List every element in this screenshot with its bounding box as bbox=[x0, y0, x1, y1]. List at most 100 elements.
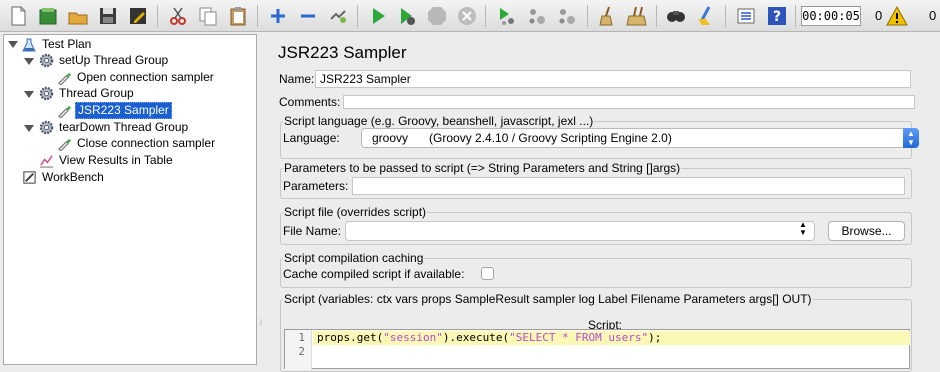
gear-icon bbox=[38, 53, 54, 69]
tree-node-open-connection-sampler[interactable]: Open connection sampler bbox=[56, 69, 216, 86]
line-number-gutter: 1 2 bbox=[285, 330, 312, 370]
collapse-icon[interactable] bbox=[296, 4, 320, 28]
language-label: Language: bbox=[283, 131, 340, 145]
parameters-field[interactable] bbox=[352, 177, 905, 195]
chevron-up-down-icon: ▲ ▼ bbox=[903, 128, 919, 148]
comments-label: Comments: bbox=[279, 95, 341, 109]
tree-node-close-connection-sampler[interactable]: Close connection sampler bbox=[56, 135, 217, 152]
pipette-icon bbox=[56, 70, 72, 86]
tree-node-label: Close connection sampler bbox=[77, 136, 216, 150]
compilation-caching-section: Script compilation caching Cache compile… bbox=[280, 251, 912, 288]
save-icon[interactable] bbox=[96, 4, 120, 28]
test-plan-tree[interactable]: Test Plan setUp Thread Group Open connec… bbox=[3, 34, 257, 365]
toolbar-separator bbox=[656, 5, 657, 27]
file-name-combo[interactable] bbox=[345, 221, 815, 241]
toolbar-separator bbox=[257, 5, 258, 27]
tree-node-label: setUp Thread Group bbox=[59, 53, 169, 67]
tree-node-workbench[interactable]: WorkBench bbox=[21, 169, 106, 186]
stop-icon[interactable] bbox=[425, 4, 449, 28]
tree-node-thread-group[interactable]: Thread Group bbox=[38, 85, 136, 102]
code-token: ); bbox=[648, 331, 662, 344]
code-token: props.get( bbox=[317, 331, 384, 344]
tree-node-label: Test Plan bbox=[42, 37, 92, 51]
expanded-triangle-icon[interactable] bbox=[24, 89, 34, 99]
script-file-section: Script file (overrides script) File Name… bbox=[280, 205, 912, 245]
language-value: groovy bbox=[372, 131, 409, 145]
parameters-section: Parameters to be passed to script (=> St… bbox=[280, 161, 912, 199]
section-title: Script compilation caching bbox=[284, 251, 424, 265]
shutdown-icon[interactable] bbox=[455, 4, 479, 28]
cache-label: Cache compiled script if available: bbox=[283, 267, 465, 281]
browse-button[interactable]: Browse... bbox=[828, 221, 905, 241]
remote-start-icon[interactable] bbox=[495, 4, 519, 28]
tree-node-teardown-thread-group[interactable]: tearDown Thread Group bbox=[38, 119, 190, 136]
chevron-up-down-icon: ▲ ▼ bbox=[799, 220, 807, 237]
svg-text:?: ? bbox=[773, 9, 781, 25]
clear-icon[interactable] bbox=[595, 4, 619, 28]
script-editor[interactable]: 1 2 props.get("session").execute("SELECT… bbox=[284, 329, 910, 370]
language-select[interactable]: groovy (Groovy 2.4.10 / Groovy Scripting… bbox=[361, 128, 919, 148]
tree-node-test-plan[interactable]: Test Plan bbox=[21, 36, 93, 53]
search-icon[interactable] bbox=[664, 4, 688, 28]
tree-node-setup-thread-group[interactable]: setUp Thread Group bbox=[38, 52, 170, 69]
tree-node-label: Thread Group bbox=[59, 86, 134, 100]
pipette-icon bbox=[56, 103, 72, 119]
workbench-icon bbox=[21, 170, 37, 186]
code-string: "SELECT * FROM users" bbox=[509, 331, 649, 344]
code-string: "session" bbox=[383, 331, 443, 344]
name-row: Name: JSR223 Sampler bbox=[277, 67, 914, 88]
start-no-pause-icon[interactable] bbox=[395, 4, 419, 28]
line-number: 2 bbox=[298, 345, 305, 358]
tree-node-label: Open connection sampler bbox=[77, 70, 214, 84]
remote-stop-icon[interactable] bbox=[525, 4, 549, 28]
comments-field[interactable] bbox=[343, 95, 915, 109]
cut-icon[interactable] bbox=[166, 4, 190, 28]
divider-grip-icon: ⁞ bbox=[260, 320, 262, 327]
toolbar-separator bbox=[357, 5, 358, 27]
tree-node-jsr223-sampler[interactable]: JSR223 Sampler bbox=[56, 102, 172, 119]
help-icon[interactable]: ? bbox=[765, 4, 789, 28]
code-line: props.get("session").execute("SELECT * F… bbox=[313, 331, 910, 345]
function-helper-icon[interactable] bbox=[734, 4, 758, 28]
paste-icon[interactable] bbox=[226, 4, 250, 28]
active-threads-count: 0 bbox=[875, 8, 883, 23]
cache-checkbox[interactable] bbox=[481, 267, 494, 280]
copy-icon[interactable] bbox=[196, 4, 220, 28]
expanded-triangle-icon[interactable] bbox=[8, 39, 18, 49]
toolbar-separator bbox=[587, 5, 588, 27]
toggle-icon[interactable] bbox=[326, 4, 350, 28]
toolbar: ? 00:00:05 0 0 bbox=[0, 0, 940, 32]
warning-icon[interactable] bbox=[885, 4, 909, 28]
expand-icon[interactable] bbox=[266, 4, 290, 28]
tree-node-label-selected: JSR223 Sampler bbox=[75, 102, 172, 119]
expanded-triangle-icon[interactable] bbox=[24, 123, 34, 133]
gear-icon bbox=[38, 120, 54, 136]
toolbar-separator bbox=[157, 5, 158, 27]
tree-node-label: tearDown Thread Group bbox=[59, 120, 189, 134]
toolbar-separator bbox=[795, 5, 796, 27]
page-title: JSR223 Sampler bbox=[278, 43, 407, 62]
save-as-icon[interactable] bbox=[126, 4, 150, 28]
section-title: Script language (e.g. Groovy, beanshell,… bbox=[284, 114, 594, 128]
start-icon[interactable] bbox=[366, 4, 390, 28]
split-pane-divider[interactable]: ⁞ bbox=[259, 34, 265, 365]
sampler-panel: JSR223 Sampler Name: JSR223 Sampler Comm… bbox=[266, 34, 940, 372]
section-title: Script (variables: ctx vars props Sample… bbox=[284, 292, 812, 306]
expanded-triangle-icon[interactable] bbox=[24, 56, 34, 66]
clear-all-icon[interactable] bbox=[625, 4, 649, 28]
error-count: 0 bbox=[929, 8, 937, 23]
templates-icon[interactable] bbox=[36, 4, 60, 28]
tree-node-view-results-in-table[interactable]: View Results in Table bbox=[38, 152, 175, 169]
reset-search-icon[interactable] bbox=[694, 4, 718, 28]
file-name-label: File Name: bbox=[283, 224, 342, 238]
name-field[interactable]: JSR223 Sampler bbox=[315, 70, 911, 88]
toolbar-separator bbox=[485, 5, 486, 27]
line-number: 1 bbox=[298, 331, 305, 344]
remote-shutdown-icon[interactable] bbox=[555, 4, 579, 28]
name-label: Name: bbox=[279, 72, 315, 86]
section-title: Script file (overrides script) bbox=[284, 205, 427, 219]
new-icon[interactable] bbox=[6, 4, 30, 28]
flask-icon bbox=[21, 37, 37, 53]
open-icon[interactable] bbox=[66, 4, 90, 28]
